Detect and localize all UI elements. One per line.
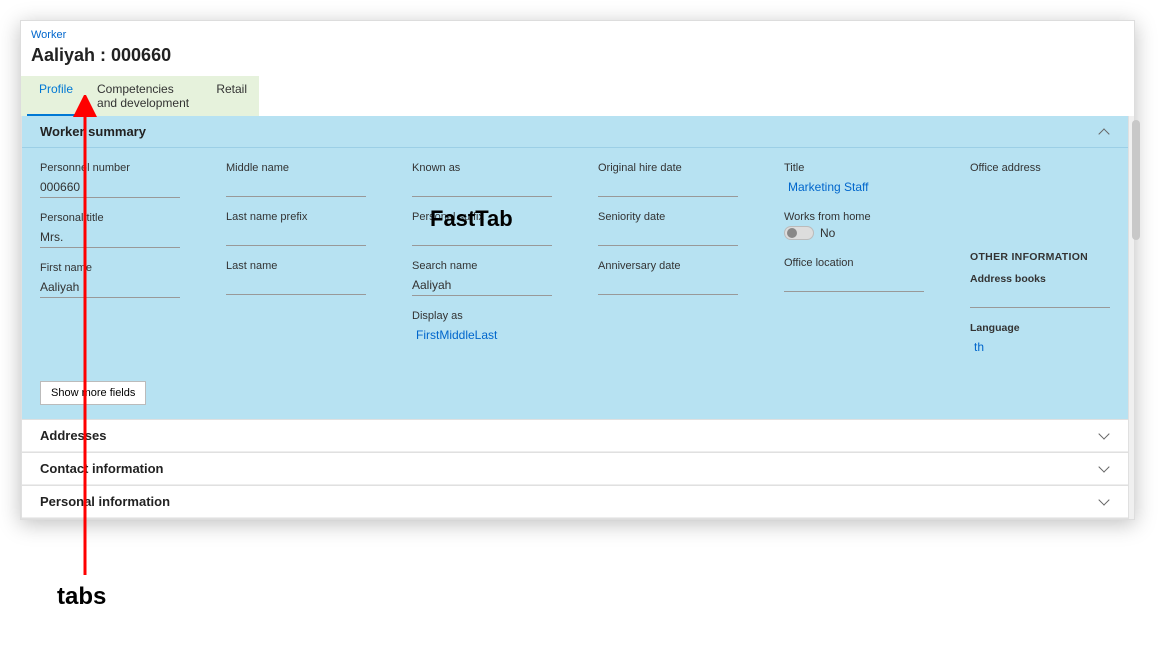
value-seniority-date[interactable]: [598, 226, 738, 246]
value-language[interactable]: th: [970, 337, 1110, 357]
label-works-from-home: Works from home: [784, 211, 924, 223]
value-middle-name[interactable]: [226, 177, 366, 197]
col-title: Title Marketing Staff Works from home No…: [784, 162, 924, 371]
label-seniority-date: Seniority date: [598, 211, 738, 223]
fasttab-header-personal[interactable]: Personal information: [22, 486, 1128, 518]
value-title[interactable]: Marketing Staff: [784, 177, 924, 197]
toggle-thumb-icon: [787, 228, 797, 238]
tab-retail[interactable]: Retail: [204, 76, 259, 116]
value-last-name-prefix[interactable]: [226, 226, 366, 246]
label-language: Language: [970, 322, 1110, 334]
chevron-down-icon: [1098, 430, 1110, 442]
value-office-address[interactable]: [970, 177, 1110, 237]
value-original-hire-date[interactable]: [598, 177, 738, 197]
fasttab-header-contact[interactable]: Contact information: [22, 453, 1128, 485]
fasttab-header-worker-summary[interactable]: Worker summary: [22, 116, 1128, 148]
heading-other-information: OTHER INFORMATION: [970, 251, 1110, 263]
toggle-works-from-home[interactable]: No: [784, 226, 835, 240]
value-anniversary-date[interactable]: [598, 275, 738, 295]
label-office-location: Office location: [784, 257, 924, 269]
chevron-up-icon: [1098, 126, 1110, 138]
label-anniversary-date: Anniversary date: [598, 260, 738, 272]
label-display-as: Display as: [412, 310, 552, 322]
label-search-name: Search name: [412, 260, 552, 272]
value-personal-suffix[interactable]: [412, 226, 552, 246]
label-middle-name: Middle name: [226, 162, 366, 174]
label-personal-title: Personal title: [40, 212, 180, 224]
label-known-as: Known as: [412, 162, 552, 174]
col-known-as: Known as Personal suffix Search name Aal…: [412, 162, 552, 371]
tabs-bar: Profile Competencies and development Ret…: [21, 76, 259, 116]
fasttab-contact-info: Contact information: [21, 453, 1129, 486]
chevron-down-icon: [1098, 463, 1110, 475]
label-personnel-number: Personnel number: [40, 162, 180, 174]
label-office-address: Office address: [970, 162, 1110, 174]
label-first-name: First name: [40, 262, 180, 274]
worker-window: Worker Aaliyah : 000660 Profile Competen…: [20, 20, 1135, 520]
col-dates: Original hire date Seniority date Annive…: [598, 162, 738, 371]
label-original-hire-date: Original hire date: [598, 162, 738, 174]
value-address-books[interactable]: [970, 288, 1110, 308]
tab-profile[interactable]: Profile: [27, 76, 85, 116]
fasttab-worker-summary: Worker summary Personnel number 000660 P…: [21, 116, 1129, 420]
value-display-as[interactable]: FirstMiddleLast: [412, 325, 552, 345]
label-last-name-prefix: Last name prefix: [226, 211, 366, 223]
fasttab-header-addresses[interactable]: Addresses: [22, 420, 1128, 452]
value-known-as[interactable]: [412, 177, 552, 197]
col-personnel: Personnel number 000660 Personal title M…: [40, 162, 180, 371]
value-last-name[interactable]: [226, 275, 366, 295]
toggle-track-icon: [784, 226, 814, 240]
fasttab-title-addresses: Addresses: [40, 428, 106, 443]
page-title: Aaliyah : 000660: [21, 41, 1134, 76]
value-search-name[interactable]: Aaliyah: [412, 275, 552, 296]
fasttab-body-worker-summary: Personnel number 000660 Personal title M…: [22, 148, 1128, 375]
value-personnel-number[interactable]: 000660: [40, 177, 180, 198]
scrollbar[interactable]: [1129, 116, 1134, 519]
fasttab-title-contact: Contact information: [40, 461, 164, 476]
value-first-name[interactable]: Aaliyah: [40, 277, 180, 298]
tab-competencies[interactable]: Competencies and development: [85, 76, 204, 116]
show-more-fields-button[interactable]: Show more fields: [40, 381, 146, 405]
chevron-down-icon: [1098, 496, 1110, 508]
fasttab-title-personal: Personal information: [40, 494, 170, 509]
label-last-name: Last name: [226, 260, 366, 272]
annotation-tabs-label: tabs: [57, 583, 106, 611]
fasttab-title: Worker summary: [40, 124, 146, 139]
label-title: Title: [784, 162, 924, 174]
breadcrumb[interactable]: Worker: [21, 21, 1134, 41]
fasttab-addresses: Addresses: [21, 420, 1129, 453]
value-office-location[interactable]: [784, 272, 924, 292]
label-address-books: Address books: [970, 273, 1110, 285]
toggle-label-wfh: No: [820, 226, 835, 240]
value-personal-title[interactable]: Mrs.: [40, 227, 180, 248]
col-office-other: Office address OTHER INFORMATION Address…: [970, 162, 1110, 371]
label-personal-suffix: Personal suffix: [412, 211, 552, 223]
fasttab-personal-info: Personal information: [21, 486, 1129, 519]
col-middle-last: Middle name Last name prefix Last name: [226, 162, 366, 371]
